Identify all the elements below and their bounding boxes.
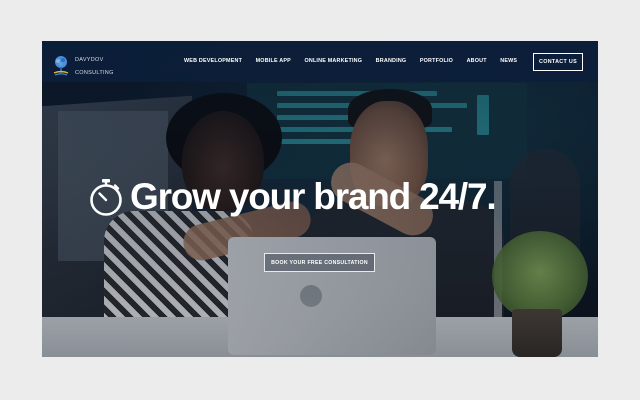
site-header: DAVYDOV CONSULTING WEB DEVELOPMENT MOBIL…	[42, 41, 598, 82]
brand-name-line2: CONSULTING	[75, 69, 114, 76]
nav-item-branding[interactable]: BRANDING	[376, 58, 407, 64]
nav-item-about[interactable]: ABOUT	[467, 58, 487, 64]
stopwatch-icon	[90, 179, 122, 216]
nav-item-online-marketing[interactable]: ONLINE MARKETING	[304, 58, 362, 64]
hero-title: Grow your brand 24/7.	[130, 176, 497, 217]
brand-logo[interactable]: DAVYDOV CONSULTING	[52, 50, 114, 83]
brand-name-line1: DAVYDOV	[75, 56, 104, 63]
hero-heading: Grow your brand 24/7.	[88, 176, 497, 218]
brand-name: DAVYDOV CONSULTING	[75, 50, 114, 83]
website-viewport: DAVYDOV CONSULTING WEB DEVELOPMENT MOBIL…	[42, 41, 598, 357]
nav-item-web-development[interactable]: WEB DEVELOPMENT	[184, 58, 242, 64]
nav-item-news[interactable]: NEWS	[500, 58, 517, 64]
book-consultation-button[interactable]: BOOK YOUR FREE CONSULTATION	[264, 253, 375, 272]
nav-item-mobile-app[interactable]: MOBILE APP	[256, 58, 291, 64]
tree-logo-icon	[53, 56, 69, 76]
main-nav: WEB DEVELOPMENT MOBILE APP ONLINE MARKET…	[184, 58, 531, 64]
contact-us-button[interactable]: CONTACT US	[533, 53, 583, 71]
nav-item-portfolio[interactable]: PORTFOLIO	[420, 58, 453, 64]
